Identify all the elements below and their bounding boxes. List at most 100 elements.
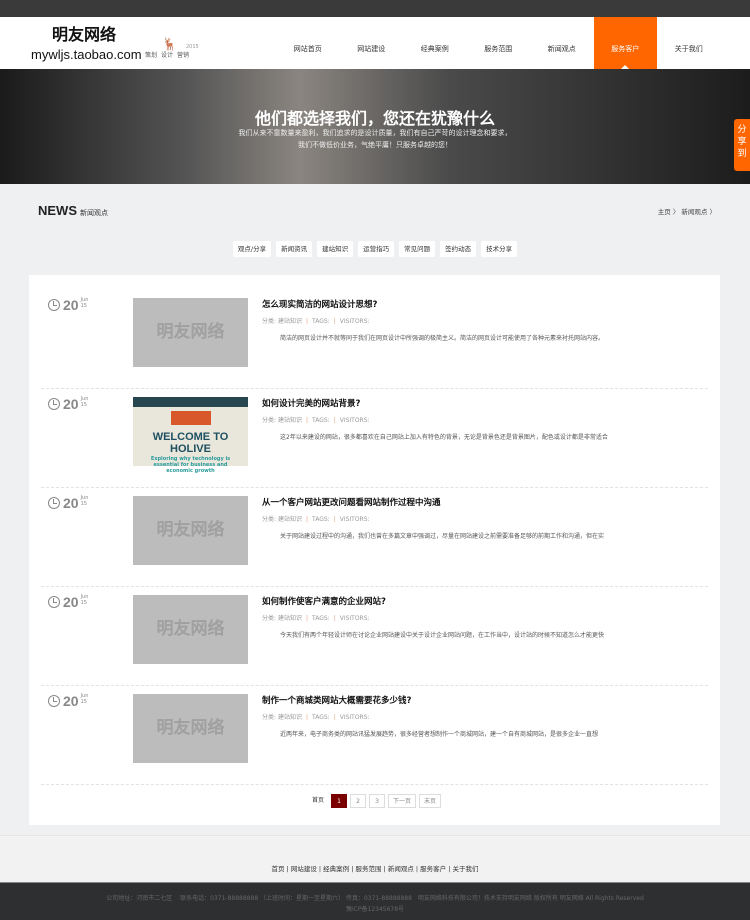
date-month-year: Jun 15 [80,297,89,309]
clock-icon [48,596,60,608]
article-meta: 分类: 建站知识 | TAGS: | VISITORS: [262,417,370,424]
tab-operations[interactable]: 运营指巧 [358,241,395,257]
nav-cases[interactable]: 经典案例 [403,17,467,69]
footer-link[interactable]: 经典案例 [323,865,349,873]
article-summary: 简洁的网页设计并不就等同于我们在网页设计中所强调的极简主义。简洁的网页设计可能使… [280,335,605,342]
page-first[interactable]: 首页 [308,794,328,808]
article-title[interactable]: 从一个客户网站更改问题看网站制作过程中沟通 [262,496,441,508]
tab-faq[interactable]: 常见问题 [399,241,436,257]
tab-tech[interactable]: 技术分享 [481,241,518,257]
footer-link[interactable]: 服务范围 [356,865,382,873]
article-item: 20 Jun 15 明友网络 怎么现实简洁的网站设计思想? 分类: 建站知识 | TAG… [41,290,708,389]
article-category[interactable]: 建站知识 [278,615,302,622]
article-date: 20 Jun 15 [48,693,88,709]
article-meta: 分类: 建站知识 | TAGS: | VISITORS: [262,615,370,622]
nav-services[interactable]: 服务范围 [467,17,531,69]
footer-link[interactable]: 网站建设 [291,865,317,873]
logo-tag: 策划 [145,52,158,59]
section-title-cn: 新闻观点 [80,209,108,217]
date-month-year: Jun 15 [80,396,89,408]
article-meta: 分类: 建站知识 | TAGS: | VISITORS: [262,318,370,325]
clock-icon [48,497,60,509]
nav-home[interactable]: 网站首页 [276,17,340,69]
footer-link[interactable]: 关于我们 [452,865,478,873]
page-next[interactable]: 下一页 [387,794,416,808]
article-summary: 这2年以来建设的网站，很多都喜欢在自己网站上加入有特色的背景，无论是背景色还是背… [280,434,608,441]
nav-about[interactable]: 关于我们 [657,17,721,69]
article-meta: 分类: 建站知识 | TAGS: | VISITORS: [262,516,370,523]
date-day: 20 [63,495,79,511]
date-month-year: Jun 15 [80,495,89,507]
header: 明友网络 mywljs.taobao.com 🦌 2015 策划 设计 营销 网… [0,17,750,69]
article-list: 首页 1 2 3 下一页 末页 20 Jun 15 明友网络 怎么现实简洁的网站设计… [29,275,720,825]
article-thumbnail[interactable]: WELCOME TO HOLIVE Exploring why technolog… [133,397,248,474]
article-item: 20 Jun 15 明友网络 从一个客户网站更改问题看网站制作过程中沟通 分类: 建… [41,488,708,587]
article-thumbnail[interactable]: 明友网络 [133,496,248,565]
article-title[interactable]: 如何设计完美的网站背景? [262,397,360,409]
date-day: 20 [63,396,79,412]
breadcrumb: 主页 〉 新闻观点 〉 [657,208,716,216]
article-summary: 近两年来，电子商务类的网站讯猛发展趋势，很多经营者想制作一个商城网站，建一个自有… [280,731,599,738]
date-day: 20 [63,297,79,313]
footer-link[interactable]: 新闻观点 [388,865,414,873]
tab-opinion[interactable]: 观点/分享 [232,241,272,257]
tab-knowledge[interactable]: 建站知识 [317,241,354,257]
top-bar [0,0,750,17]
nav-clients[interactable]: 服务客户 [593,17,657,69]
nav-build[interactable]: 网站建设 [340,17,404,69]
article-category[interactable]: 建站知识 [278,714,302,721]
article-date: 20 Jun 15 [48,594,88,610]
footer-icp[interactable]: 豫ICP备12345678号 [0,904,750,915]
article-item: 20 Jun 15 WELCOME TO HOLIVE Exploring why t… [41,389,708,488]
page-last[interactable]: 末页 [419,794,442,808]
article-title[interactable]: 如何制作使客户满意的企业网站? [262,595,386,607]
date-month-year: Jun 15 [80,594,89,606]
article-meta: 分类: 建站知识 | TAGS: | VISITORS: [262,714,370,721]
article-thumbnail[interactable]: 明友网络 [133,694,248,763]
category-tabs: 观点/分享 新闻资讯 建站知识 运营指巧 常见问题 签约动态 技术分享 [0,241,750,257]
banner-line-1: 我们从来不靠数量来盈利，我们追求的是设计质量，我们有自己严苛的设计理念和要求， [238,129,512,137]
article-item: 20 Jun 15 明友网络 如何制作使客户满意的企业网站? 分类: 建站知识 | TA… [41,587,708,686]
article-summary: 今天我们有两个年轻设计师在讨论企业网站建设中关于设计企业网站问题，在工作当中，设… [280,632,605,639]
article-date: 20 Jun 15 [48,495,88,511]
clock-icon [48,695,60,707]
section-title: NEWS 新闻观点 [38,203,108,218]
date-day: 20 [63,693,79,709]
banner-line-2: 我们不做低价业务，气绝平庸！只服务卓越的您！ [298,141,452,149]
page-1[interactable]: 1 [330,794,347,808]
page-3[interactable]: 3 [368,794,385,808]
pagination: 首页 1 2 3 下一页 末页 [29,794,720,808]
page-2[interactable]: 2 [349,794,366,808]
breadcrumb-home[interactable]: 主页 [658,208,671,216]
logo-tags: 策划 设计 营销 [145,50,189,59]
footer-links: 首页 | 网站建设 | 经典案例 | 服务范围 | 新闻观点 | 服务客户 | … [0,835,750,882]
share-button[interactable]: 分享到 [734,119,750,171]
logo-tag: 设计 [161,52,174,59]
footer-link[interactable]: 服务客户 [420,865,446,873]
article-category[interactable]: 建站知识 [278,417,302,424]
clock-icon [48,299,60,311]
breadcrumb-news[interactable]: 新闻观点 [681,208,707,216]
article-category[interactable]: 建站知识 [278,318,302,325]
date-day: 20 [63,594,79,610]
article-thumbnail[interactable]: 明友网络 [133,298,248,367]
article-title[interactable]: 制作一个商城类网站大概需要花多少钱? [262,694,411,706]
logo-text[interactable]: 明友网络 [52,21,116,45]
footer-address: 公司地址：河南市二七区 联系电话：0371-88888888 （上班时间：星期一… [106,895,644,902]
article-summary: 关于网站建设过程中的沟通，我们也曾在多篇文章中强调过，尽量在网站建设之前需要准备… [280,533,605,540]
main-nav: 网站首页 网站建设 经典案例 服务范围 新闻观点 服务客户 关于我们 [276,17,721,69]
article-title[interactable]: 怎么现实简洁的网站设计思想? [262,298,377,310]
tab-contracts[interactable]: 签约动态 [440,241,477,257]
footer-info: 公司地址：河南市二七区 联系电话：0371-88888888 （上班时间：星期一… [0,882,750,920]
article-thumbnail[interactable]: 明友网络 [133,595,248,664]
article-date: 20 Jun 15 [48,297,88,313]
footer-link[interactable]: 首页 [272,865,285,873]
date-month-year: Jun 15 [80,693,89,705]
clock-icon [48,398,60,410]
article-date: 20 Jun 15 [48,396,88,412]
nav-news[interactable]: 新闻观点 [530,17,594,69]
logo-url[interactable]: mywljs.taobao.com [31,47,142,62]
tab-news[interactable]: 新闻资讯 [276,241,313,257]
section-title-en: NEWS [38,203,77,218]
article-category[interactable]: 建站知识 [278,516,302,523]
